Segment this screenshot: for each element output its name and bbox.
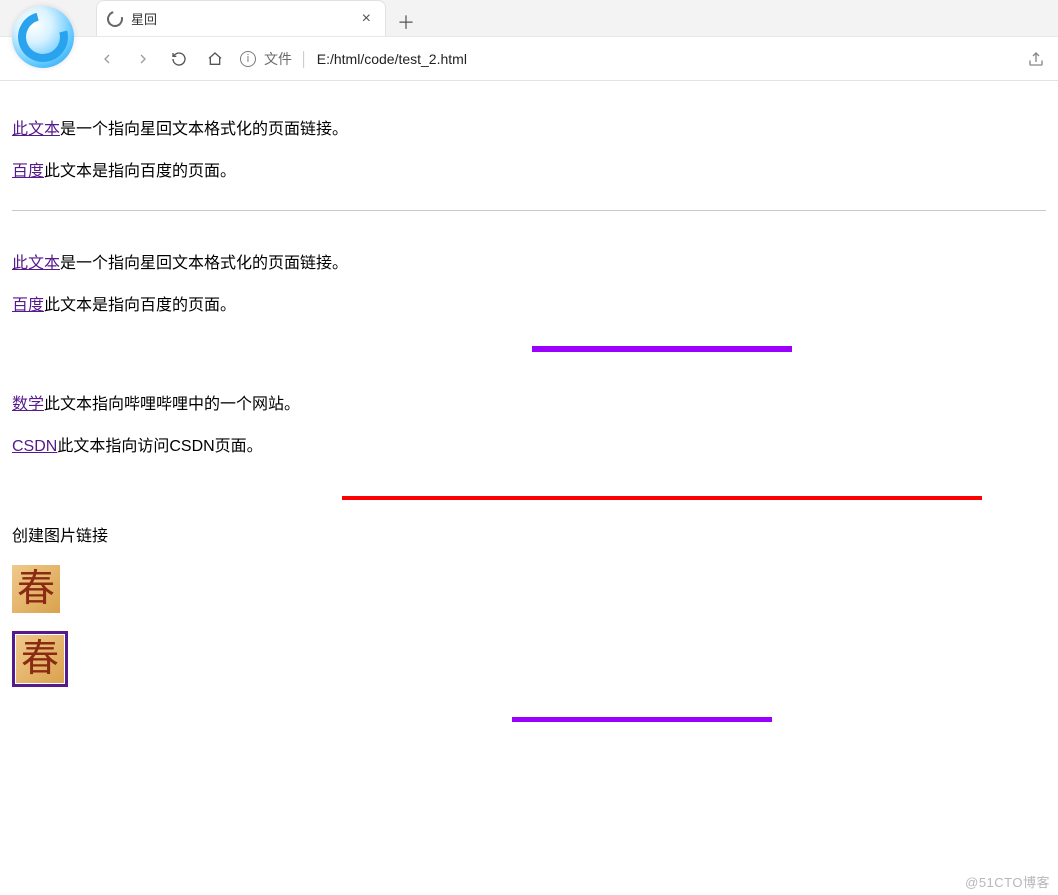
link-math[interactable]: 数学 [12, 396, 44, 413]
image-plain-wrapper: 春 [12, 565, 1046, 613]
paragraph-1: 此文本是一个指向星回文本格式化的页面链接。 [12, 117, 1046, 143]
tab-title: 星回 [131, 9, 358, 28]
paragraph-5-text: 此文本指向哔哩哔哩中的一个网站。 [44, 396, 300, 413]
address-bar[interactable]: i 文件 │ E:/html/code/test_2.html [240, 44, 1012, 74]
reload-button[interactable] [168, 48, 190, 70]
divider-purple-1 [532, 346, 792, 352]
divider-purple-2 [512, 717, 772, 722]
link-baidu-1[interactable]: 百度 [12, 163, 44, 180]
link-this-text-1[interactable]: 此文本 [12, 121, 60, 138]
forward-button[interactable] [132, 48, 154, 70]
watermark-text: @51CTO博客 [965, 872, 1050, 891]
paragraph-2: 百度此文本是指向百度的页面。 [12, 159, 1046, 185]
chun-image-link[interactable]: 春 [12, 631, 68, 687]
tab-favicon-icon [104, 8, 126, 30]
paragraph-3-text: 是一个指向星回文本格式化的页面链接。 [60, 255, 348, 272]
paragraph-6-text: 此文本指向访问CSDN页面。 [57, 438, 262, 455]
paragraph-3: 此文本是一个指向星回文本格式化的页面链接。 [12, 251, 1046, 277]
link-csdn[interactable]: CSDN [12, 438, 57, 455]
new-tab-button[interactable]: ＋ [392, 8, 420, 36]
chun-image: 春 [12, 565, 60, 613]
url-text: E:/html/code/test_2.html [317, 51, 467, 67]
browser-chrome: 星回 × ＋ i 文件 │ E:/html/code/test_2.html [0, 0, 1058, 81]
paragraph-6: CSDN此文本指向访问CSDN页面。 [12, 434, 1046, 460]
divider-thin [12, 210, 1046, 211]
url-separator: │ [300, 51, 309, 67]
site-info-icon[interactable]: i [240, 51, 256, 67]
paragraph-4-text: 此文本是指向百度的页面。 [44, 297, 236, 314]
tab-active[interactable]: 星回 × [96, 0, 386, 36]
link-baidu-2[interactable]: 百度 [12, 297, 44, 314]
back-button[interactable] [96, 48, 118, 70]
page-content: 此文本是一个指向星回文本格式化的页面链接。 百度此文本是指向百度的页面。 此文本… [0, 81, 1058, 746]
link-this-text-2[interactable]: 此文本 [12, 255, 60, 272]
paragraph-5: 数学此文本指向哔哩哔哩中的一个网站。 [12, 392, 1046, 418]
image-link-wrapper: 春 [12, 631, 1046, 687]
tab-strip: 星回 × ＋ [0, 0, 1058, 36]
browser-logo-icon [12, 6, 74, 68]
paragraph-2-text: 此文本是指向百度的页面。 [44, 163, 236, 180]
chun-image-linked: 春 [16, 635, 64, 683]
home-button[interactable] [204, 48, 226, 70]
paragraph-4: 百度此文本是指向百度的页面。 [12, 293, 1046, 319]
url-scheme-label: 文件 [264, 49, 292, 69]
tab-close-button[interactable]: × [358, 10, 375, 28]
image-link-heading: 创建图片链接 [12, 524, 1046, 550]
share-icon[interactable] [1026, 49, 1046, 69]
paragraph-1-text: 是一个指向星回文本格式化的页面链接。 [60, 121, 348, 138]
toolbar: i 文件 │ E:/html/code/test_2.html [0, 36, 1058, 80]
divider-red [342, 496, 982, 500]
